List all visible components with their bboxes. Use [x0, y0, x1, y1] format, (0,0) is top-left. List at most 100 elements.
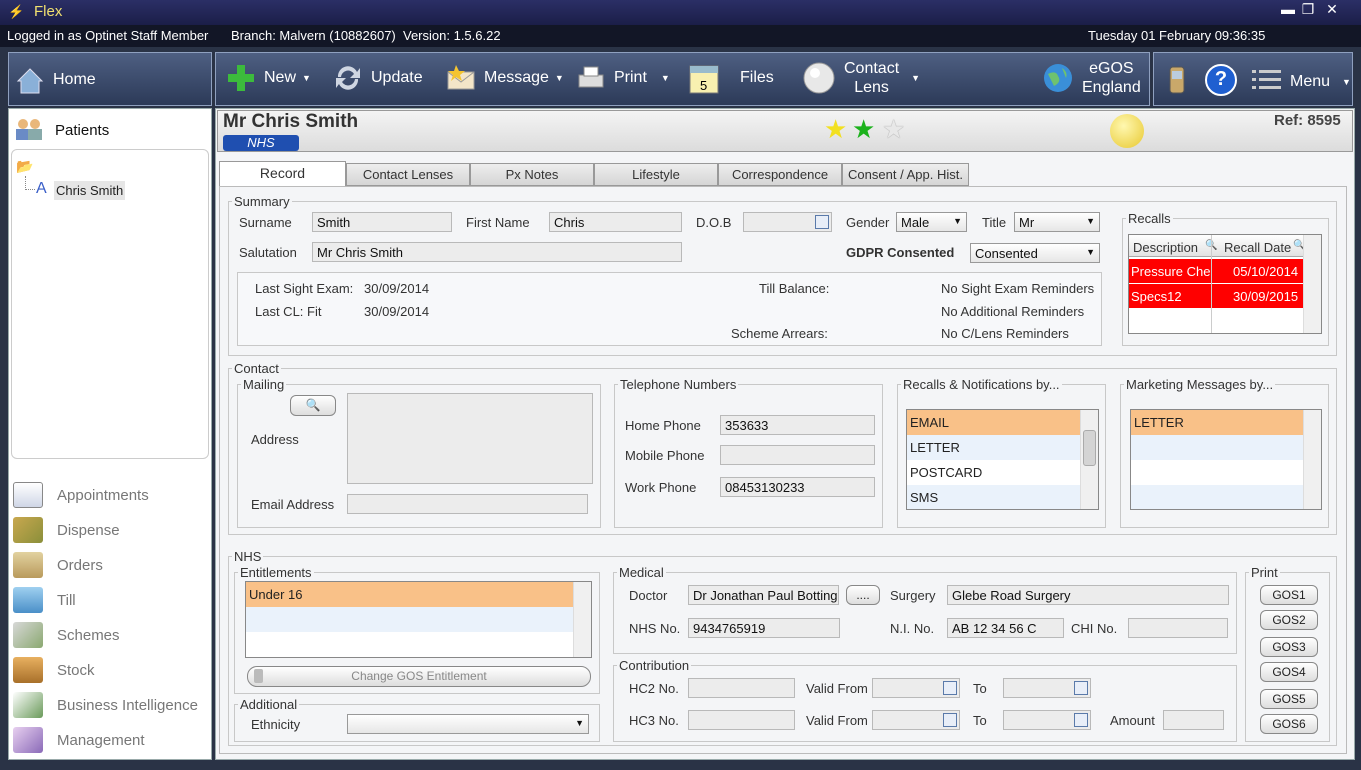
list-item[interactable]: Under 16	[246, 582, 573, 607]
tab-correspondence[interactable]: Correspondence	[718, 163, 842, 186]
tab-contact-lenses[interactable]: Contact Lenses	[346, 163, 470, 186]
list-item[interactable]: LETTER	[907, 435, 1081, 460]
tab-record[interactable]: Record	[219, 161, 346, 186]
calendar-icon[interactable]	[943, 681, 957, 695]
hc3-to-field[interactable]	[1003, 710, 1091, 730]
close-button[interactable]: ✕	[1322, 1, 1342, 18]
tab-lifestyle[interactable]: Lifestyle	[594, 163, 718, 186]
hc2-to-field[interactable]	[1003, 678, 1091, 698]
marketing-list[interactable]: LETTER	[1130, 409, 1322, 510]
status-circle-icon	[1110, 114, 1144, 148]
entitlements-list[interactable]: Under 16	[245, 581, 592, 658]
hc2-valid-from-field[interactable]	[872, 678, 960, 698]
menu-button[interactable]: Menu ▼	[1252, 67, 1351, 97]
nav-dispense[interactable]: Dispense	[13, 517, 120, 543]
patients-header[interactable]: Patients	[13, 116, 109, 145]
recalls-notifications-scrollbar[interactable]	[1080, 410, 1098, 509]
tree-item-patient[interactable]: Chris Smith	[54, 181, 126, 200]
files-button[interactable]: 5 Files	[688, 63, 774, 94]
address-search-button[interactable]: 🔍	[290, 395, 336, 416]
doctor-lookup-button[interactable]: ....	[846, 585, 880, 605]
phone-icon[interactable]	[1166, 65, 1190, 100]
egos-button[interactable]: eGOS England	[1042, 59, 1141, 97]
nav-management[interactable]: Management	[13, 727, 145, 753]
contact-lens-button[interactable]: Contact Lens ▼	[802, 59, 920, 97]
gos5-button[interactable]: GOS5	[1260, 689, 1318, 709]
dob-field[interactable]	[743, 212, 832, 232]
nhs-number-field[interactable]: 9434765919	[688, 618, 840, 638]
salutation-field[interactable]: Mr Chris Smith	[312, 242, 682, 262]
gender-select[interactable]: Male ▼	[896, 212, 967, 232]
table-row[interactable]: Pressure Che 05/10/2014	[1129, 259, 1305, 283]
list-item[interactable]: EMAIL	[907, 410, 1081, 435]
calendar-icon[interactable]	[943, 713, 957, 727]
tab-px-notes[interactable]: Px Notes	[470, 163, 594, 186]
minimize-button[interactable]: ▬	[1278, 1, 1298, 17]
list-item[interactable]: SMS	[907, 485, 1081, 509]
list-item[interactable]: LETTER	[1131, 410, 1304, 435]
doctor-field[interactable]: Dr Jonathan Paul Botting	[688, 585, 839, 605]
gos2-button[interactable]: GOS2	[1260, 610, 1318, 630]
star-icon-yellow[interactable]: ★	[824, 114, 847, 145]
gos6-button[interactable]: GOS6	[1260, 714, 1318, 734]
star-icon-grey[interactable]: ★	[882, 114, 905, 145]
chi-number-field[interactable]	[1128, 618, 1228, 638]
hc3-field[interactable]	[688, 710, 795, 730]
nav-till[interactable]: Till	[13, 587, 76, 613]
marketing-scrollbar[interactable]	[1303, 410, 1321, 509]
recalls-notifications-list[interactable]: EMAIL LETTER POSTCARD SMS	[906, 409, 1099, 510]
surname-field[interactable]: Smith	[312, 212, 452, 232]
telephone-title: Telephone Numbers	[618, 377, 739, 392]
title-select[interactable]: Mr ▼	[1014, 212, 1100, 232]
home-phone-field[interactable]: 353633	[720, 415, 875, 435]
recall-description: Pressure Che	[1131, 264, 1211, 279]
nav-orders[interactable]: Orders	[13, 552, 103, 578]
menu-icon	[1252, 67, 1282, 97]
calendar-icon[interactable]	[1074, 681, 1088, 695]
col-recall-date[interactable]: Recall Date	[1224, 240, 1291, 255]
hc3-valid-from-field[interactable]	[872, 710, 960, 730]
folder-icon[interactable]: 📂	[16, 158, 33, 175]
table-row[interactable]: Specs12 30/09/2015	[1129, 284, 1305, 308]
home-label: Home	[53, 71, 96, 88]
hc2-field[interactable]	[688, 678, 795, 698]
new-button[interactable]: New ▼	[226, 63, 311, 93]
tab-consent-app-hist[interactable]: Consent / App. Hist.	[842, 163, 969, 186]
address-field[interactable]	[347, 393, 593, 484]
first-name-field[interactable]: Chris	[549, 212, 682, 232]
print-button[interactable]: Print ▼	[576, 63, 670, 93]
home-button[interactable]: Home	[15, 65, 96, 95]
nav-appointments[interactable]: Appointments	[13, 482, 149, 508]
work-phone-field[interactable]: 08453130233	[720, 477, 875, 497]
gdpr-select[interactable]: Consented ▼	[970, 243, 1100, 263]
ethnicity-select[interactable]: ▼	[347, 714, 589, 734]
help-icon[interactable]: ?	[1205, 64, 1237, 96]
chevron-down-icon: ▼	[1086, 247, 1095, 257]
nav-schemes[interactable]: Schemes	[13, 622, 120, 648]
gos4-button[interactable]: GOS4	[1260, 662, 1318, 682]
calendar-icon[interactable]	[1074, 713, 1088, 727]
message-button[interactable]: Message ▼	[446, 63, 564, 93]
col-description[interactable]: Description	[1133, 240, 1198, 255]
recalls-table[interactable]: Description 🔍 Recall Date 🔍 Pressure Che…	[1128, 234, 1322, 334]
recalls-scrollbar[interactable]	[1303, 235, 1321, 333]
scroll-thumb[interactable]	[1083, 430, 1096, 466]
nav-stock[interactable]: Stock	[13, 657, 95, 683]
change-gos-entitlement-button[interactable]: Change GOS Entitlement	[247, 666, 591, 687]
restore-button[interactable]: ❐	[1298, 1, 1318, 18]
list-item-empty	[1131, 460, 1304, 485]
nav-business-intelligence[interactable]: Business Intelligence	[13, 692, 198, 718]
email-field[interactable]	[347, 494, 588, 514]
gos1-button[interactable]: GOS1	[1260, 585, 1318, 605]
entitlements-scrollbar[interactable]	[573, 582, 591, 657]
mobile-phone-field[interactable]	[720, 445, 875, 465]
surgery-field[interactable]: Glebe Road Surgery	[947, 585, 1229, 605]
ni-number-field[interactable]: AB 12 34 56 C	[947, 618, 1064, 638]
calendar-icon[interactable]	[815, 215, 829, 229]
amount-field[interactable]	[1163, 710, 1224, 730]
last-sight-value: 30/09/2014	[364, 281, 430, 296]
update-button[interactable]: Update	[333, 63, 423, 93]
gos3-button[interactable]: GOS3	[1260, 637, 1318, 657]
list-item[interactable]: POSTCARD	[907, 460, 1081, 485]
star-icon-green[interactable]: ★	[852, 114, 875, 145]
